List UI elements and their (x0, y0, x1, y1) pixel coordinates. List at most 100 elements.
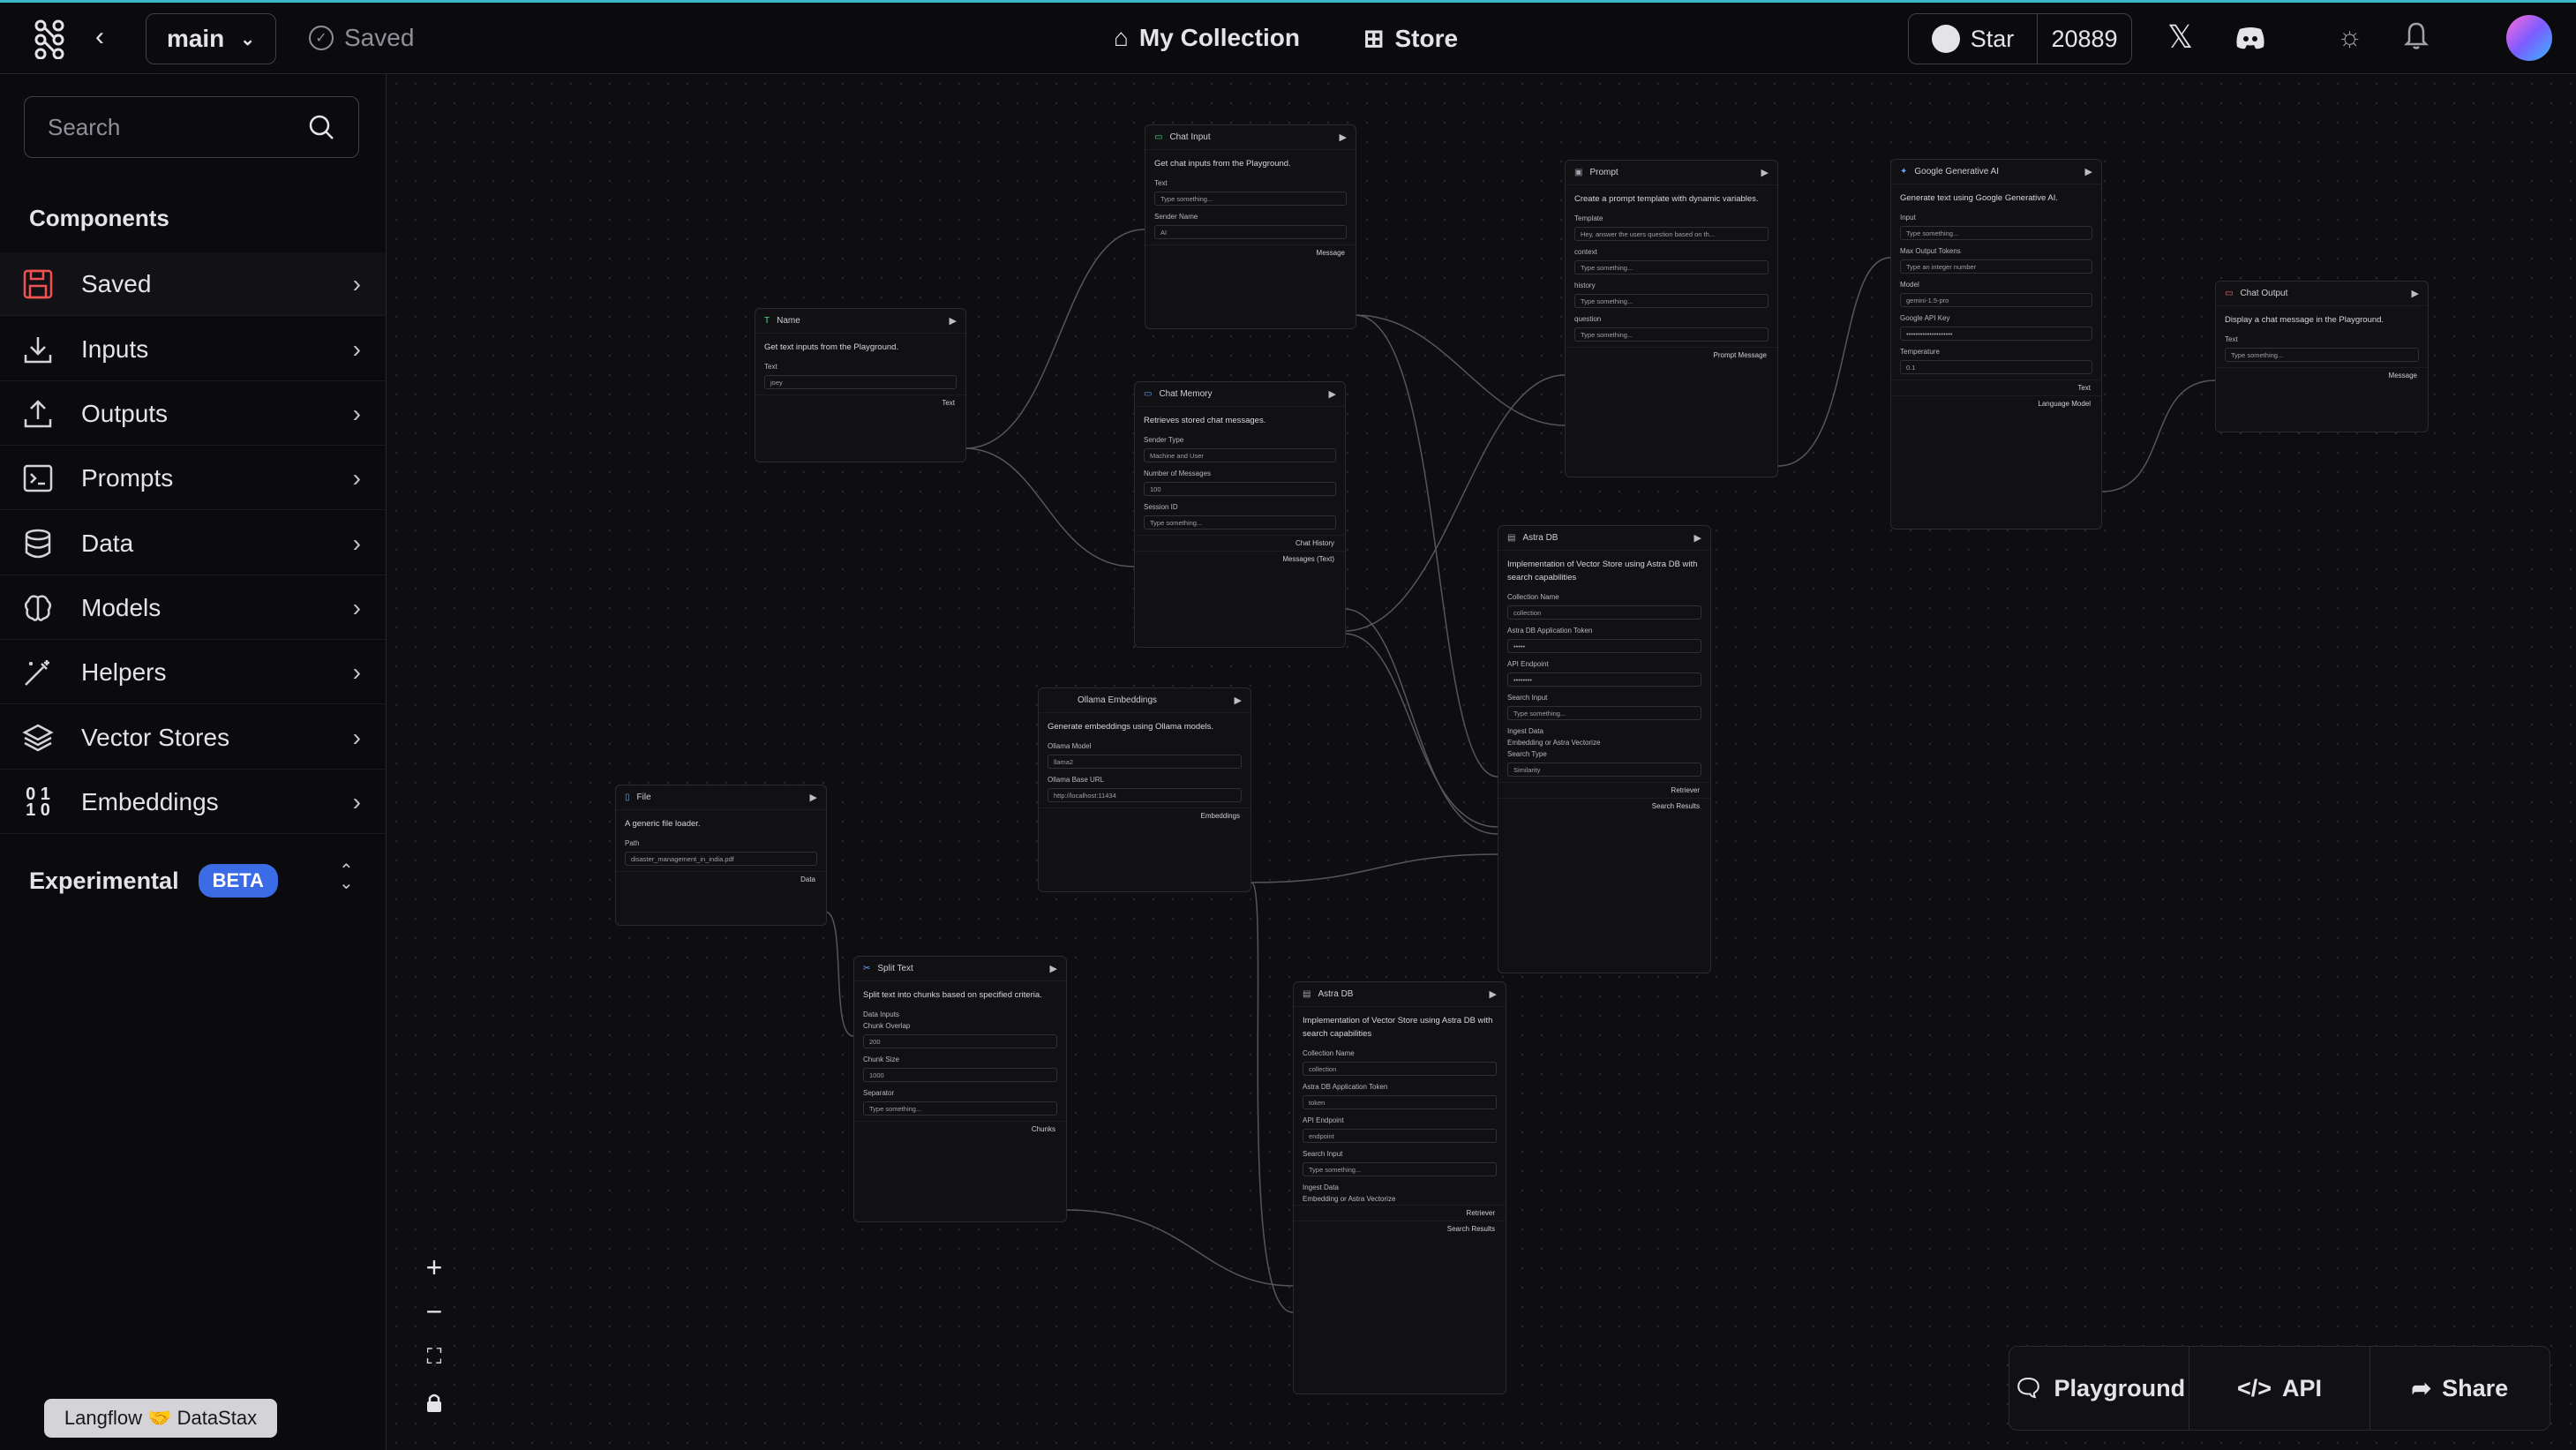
sidebar-item-inputs[interactable]: Inputs › (0, 318, 386, 381)
collection-name-input[interactable]: collection (1507, 605, 1701, 620)
sidebar-item-embeddings[interactable]: 0 11 0 Embeddings › (0, 770, 386, 834)
sidebar-item-data[interactable]: Data › (0, 512, 386, 575)
back-chevron-icon[interactable]: ‹ (95, 22, 104, 52)
playground-button[interactable]: 🗨 Playground (2009, 1347, 2190, 1430)
search-type-select[interactable]: Similarity (1507, 763, 1701, 778)
node-chat-input[interactable]: ▭ Chat Input ▶ Get chat inputs from the Pl… (1145, 124, 1356, 329)
token-input[interactable]: token (1303, 1095, 1497, 1110)
output-data[interactable]: Data (616, 871, 826, 887)
text-input[interactable]: Type something... (2225, 348, 2419, 363)
play-icon[interactable]: ▶ (1235, 695, 1242, 706)
api-key-input[interactable]: •••••••••••••••••••• (1900, 327, 2092, 342)
output-retriever[interactable]: Retriever (1294, 1205, 1506, 1221)
collection-name-input[interactable]: collection (1303, 1062, 1497, 1077)
path-input[interactable]: disaster_management_in_india.pdf (625, 852, 817, 867)
play-icon[interactable]: ▶ (2412, 288, 2419, 299)
node-prompt[interactable]: ▣ Prompt ▶ Create a prompt template with d… (1565, 160, 1778, 477)
api-endpoint-input[interactable]: •••••••• (1507, 672, 1701, 687)
input-field[interactable]: Type something... (1900, 226, 2092, 241)
sidebar-item-vector-stores[interactable]: Vector Stores › (0, 706, 386, 770)
session-id-input[interactable]: Type something... (1144, 515, 1336, 530)
branch-selector[interactable]: main ⌄ (146, 13, 276, 64)
output-message[interactable]: Message (2216, 367, 2428, 383)
max-tokens-input[interactable]: Type an integer number (1900, 259, 2092, 274)
my-collection-link[interactable]: ⌂ My Collection (1114, 24, 1300, 52)
model-select[interactable]: gemini-1.5-pro (1900, 293, 2092, 308)
output-text[interactable]: Text (1891, 379, 2101, 395)
base-url-input[interactable]: http://localhost:11434 (1048, 788, 1242, 803)
number-input[interactable]: 100 (1144, 482, 1336, 497)
user-avatar[interactable] (2506, 15, 2552, 61)
node-chat-output[interactable]: ▭ Chat Output ▶ Display a chat message in … (2215, 281, 2429, 432)
store-link[interactable]: ⊞ Store (1363, 24, 1458, 53)
output-messages-text[interactable]: Messages (Text) (1135, 551, 1345, 567)
sender-name-input[interactable]: AI (1154, 225, 1347, 240)
play-icon[interactable]: ▶ (1490, 988, 1497, 1000)
play-icon[interactable]: ▶ (1694, 532, 1701, 544)
play-icon[interactable]: ▶ (1340, 131, 1347, 143)
my-collection-label: My Collection (1138, 24, 1300, 51)
sender-type-select[interactable]: Machine and User (1144, 448, 1336, 463)
discord-icon[interactable] (2234, 26, 2266, 50)
langflow-logo-icon[interactable] (32, 19, 69, 59)
separator-input[interactable]: Type something... (863, 1101, 1057, 1116)
output-prompt-message[interactable]: Prompt Message (1566, 347, 1777, 363)
langflow-datastax-badge[interactable]: Langflow 🤝 DataStax (44, 1399, 277, 1438)
play-icon[interactable]: ▶ (1329, 388, 1336, 400)
github-star-button[interactable]: Star 20889 (1908, 13, 2132, 64)
zoom-in-icon[interactable]: + (415, 1248, 454, 1287)
node-google-generative-ai[interactable]: ✦ Google Generative AI ▶ Generate text usi… (1890, 159, 2102, 530)
output-message[interactable]: Message (1145, 244, 1356, 260)
search-input-field[interactable]: Type something... (1507, 706, 1701, 721)
fit-view-icon[interactable]: ⛶ (415, 1338, 454, 1377)
sidebar-item-helpers[interactable]: Helpers › (0, 641, 386, 704)
sidebar-item-models[interactable]: Models › (0, 576, 386, 640)
lock-icon[interactable] (415, 1384, 454, 1423)
node-astra-db[interactable]: ▤ Astra DB ▶ Implementation of Vector Stor… (1498, 525, 1711, 973)
share-button[interactable]: ➦ Share (2370, 1347, 2550, 1430)
output-embeddings[interactable]: Embeddings (1039, 808, 1250, 823)
ollama-model-input[interactable]: llama2 (1048, 755, 1242, 770)
chevron-up-down-icon[interactable]: ⌃ ⌄ (339, 862, 354, 892)
token-input[interactable]: ••••• (1507, 639, 1701, 654)
output-chunks[interactable]: Chunks (854, 1121, 1066, 1137)
output-search-results[interactable]: Search Results (1498, 798, 1710, 814)
template-input[interactable]: Hey, answer the users question based on … (1574, 227, 1769, 242)
play-icon[interactable]: ▶ (2085, 166, 2092, 177)
output-language-model[interactable]: Language Model (1891, 395, 2101, 411)
history-input[interactable]: Type something... (1574, 294, 1769, 309)
search-input-field[interactable]: Type something... (1303, 1162, 1497, 1177)
context-input[interactable]: Type something... (1574, 260, 1769, 275)
chunk-size-input[interactable]: 1000 (863, 1068, 1057, 1083)
play-icon[interactable]: ▶ (810, 792, 817, 803)
play-icon[interactable]: ▶ (1050, 963, 1057, 974)
play-icon[interactable]: ▶ (950, 315, 957, 327)
bell-icon[interactable] (2402, 20, 2430, 50)
text-input[interactable]: Type something... (1154, 192, 1347, 207)
text-input[interactable]: joey (764, 375, 957, 390)
node-file[interactable]: ▯ File ▶ A generic file loader. Path disas… (615, 785, 827, 926)
node-chat-memory[interactable]: ▭ Chat Memory ▶ Retrieves stored chat mess… (1134, 381, 1346, 648)
output-chat-history[interactable]: Chat History (1135, 535, 1345, 551)
output-retriever[interactable]: Retriever (1498, 782, 1710, 798)
search-input[interactable]: Search (24, 96, 359, 158)
temperature-input[interactable]: 0.1 (1900, 360, 2092, 375)
chunk-overlap-input[interactable]: 200 (863, 1034, 1057, 1049)
node-split-text[interactable]: ✂ Split Text ▶ Split text into chunks base… (853, 956, 1067, 1222)
node-ollama-embeddings[interactable]: Ollama Embeddings ▶ Generate embeddings u… (1038, 687, 1251, 892)
x-twitter-icon[interactable]: 𝕏 (2167, 19, 2193, 56)
sidebar-item-prompts[interactable]: Prompts › (0, 447, 386, 510)
play-icon[interactable]: ▶ (1761, 167, 1769, 178)
sun-theme-icon[interactable]: ☼ (2337, 20, 2362, 53)
api-endpoint-input[interactable]: endpoint (1303, 1129, 1497, 1144)
sidebar-item-outputs[interactable]: Outputs › (0, 382, 386, 446)
output-text[interactable]: Text (755, 394, 965, 410)
sidebar-item-saved[interactable]: Saved › (0, 252, 386, 316)
node-astra-db-2[interactable]: ▤ Astra DB ▶ Implementation of Vector Stor… (1293, 981, 1506, 1394)
node-name[interactable]: T Name ▶ Get text inputs from the Playgrou… (755, 308, 966, 462)
output-search-results[interactable]: Search Results (1294, 1221, 1506, 1236)
question-input[interactable]: Type something... (1574, 327, 1769, 342)
zoom-out-icon[interactable]: − (415, 1292, 454, 1331)
experimental-section[interactable]: Experimental BETA (29, 864, 278, 898)
api-button[interactable]: </> API (2189, 1347, 2370, 1430)
